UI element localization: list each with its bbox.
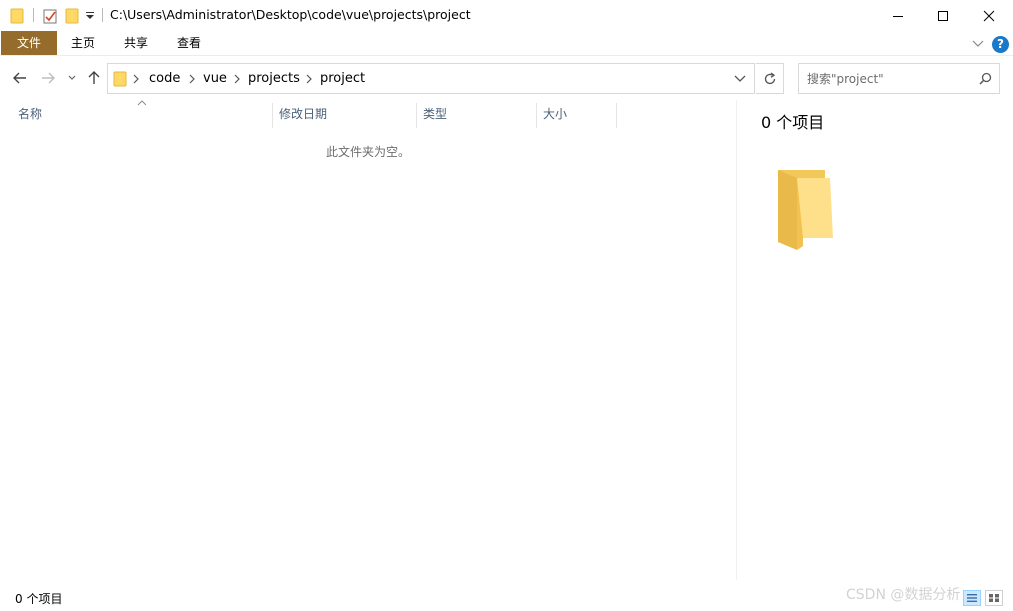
arrow-up-icon [88,71,100,84]
refresh-icon [764,71,775,84]
breadcrumb-project[interactable]: project [320,71,365,86]
details-pane-divider[interactable] [736,100,737,580]
minimize-button[interactable] [875,0,921,31]
tab-share[interactable]: 共享 [113,31,159,55]
search-icon[interactable] [979,72,992,88]
properties-icon[interactable] [41,6,59,26]
tab-view[interactable]: 查看 [166,31,212,55]
watermark: CSDN @数据分析 [846,587,961,603]
search-input[interactable] [807,70,975,88]
breadcrumb-vue[interactable]: vue [203,71,227,86]
status-item-count: 0 个项目 [15,592,63,606]
breadcrumb-code[interactable]: code [149,71,180,86]
address-history-dropdown[interactable] [734,73,746,87]
minimize-icon [893,15,903,17]
separator [33,8,34,22]
large-folder-icon [775,166,839,255]
ribbon-tabs: 文件 主页 共享 查看 ? [0,31,1013,56]
chevron-right-icon[interactable] [189,73,195,87]
details-view-button[interactable] [963,590,981,606]
chevron-right-icon[interactable] [234,73,240,87]
chevron-right-icon[interactable] [133,73,139,87]
recent-locations-button[interactable] [65,68,79,88]
folder-icon [9,6,25,26]
empty-folder-message: 此文件夹为空。 [325,145,410,159]
expand-ribbon-icon[interactable] [972,38,984,52]
up-button[interactable] [85,68,103,88]
column-type[interactable]: 类型 [417,100,536,128]
column-date-modified[interactable]: 修改日期 [273,100,416,128]
search-box[interactable] [798,63,1000,94]
customize-quick-access-icon[interactable] [84,6,96,26]
tab-home[interactable]: 主页 [60,31,106,55]
column-headers: 名称 修改日期 类型 大小 [0,100,736,128]
help-icon[interactable]: ? [992,36,1009,53]
column-name[interactable]: 名称 [12,100,272,128]
window-title: C:\Users\Administrator\Desktop\code\vue\… [110,7,471,22]
address-bar[interactable]: code vue projects project [107,63,755,94]
column-divider[interactable] [616,103,617,128]
large-icons-view-icon [989,594,999,602]
close-button[interactable] [966,0,1012,31]
title-bar: C:\Users\Administrator\Desktop\code\vue\… [0,0,1013,31]
arrow-left-icon [13,72,26,84]
details-view-icon [967,594,977,602]
maximize-button[interactable] [920,0,966,31]
chevron-down-icon [68,75,76,80]
view-toggle [963,590,1003,606]
navigation-bar: code vue projects project [0,56,1013,98]
column-size[interactable]: 大小 [537,100,616,128]
refresh-button[interactable] [756,63,784,94]
separator [102,8,103,22]
folder-icon [113,71,127,90]
back-button[interactable] [10,68,30,88]
chevron-down-icon [734,75,746,82]
forward-button[interactable] [38,68,58,88]
arrow-right-icon [42,72,55,84]
maximize-icon [938,10,948,21]
close-icon [983,10,995,21]
new-folder-icon[interactable] [64,6,80,26]
tab-file[interactable]: 文件 [1,31,57,55]
chevron-right-icon[interactable] [306,73,312,87]
breadcrumb-projects[interactable]: projects [248,71,300,86]
details-item-count: 0 个项目 [761,113,825,132]
large-icons-view-button[interactable] [985,590,1003,606]
